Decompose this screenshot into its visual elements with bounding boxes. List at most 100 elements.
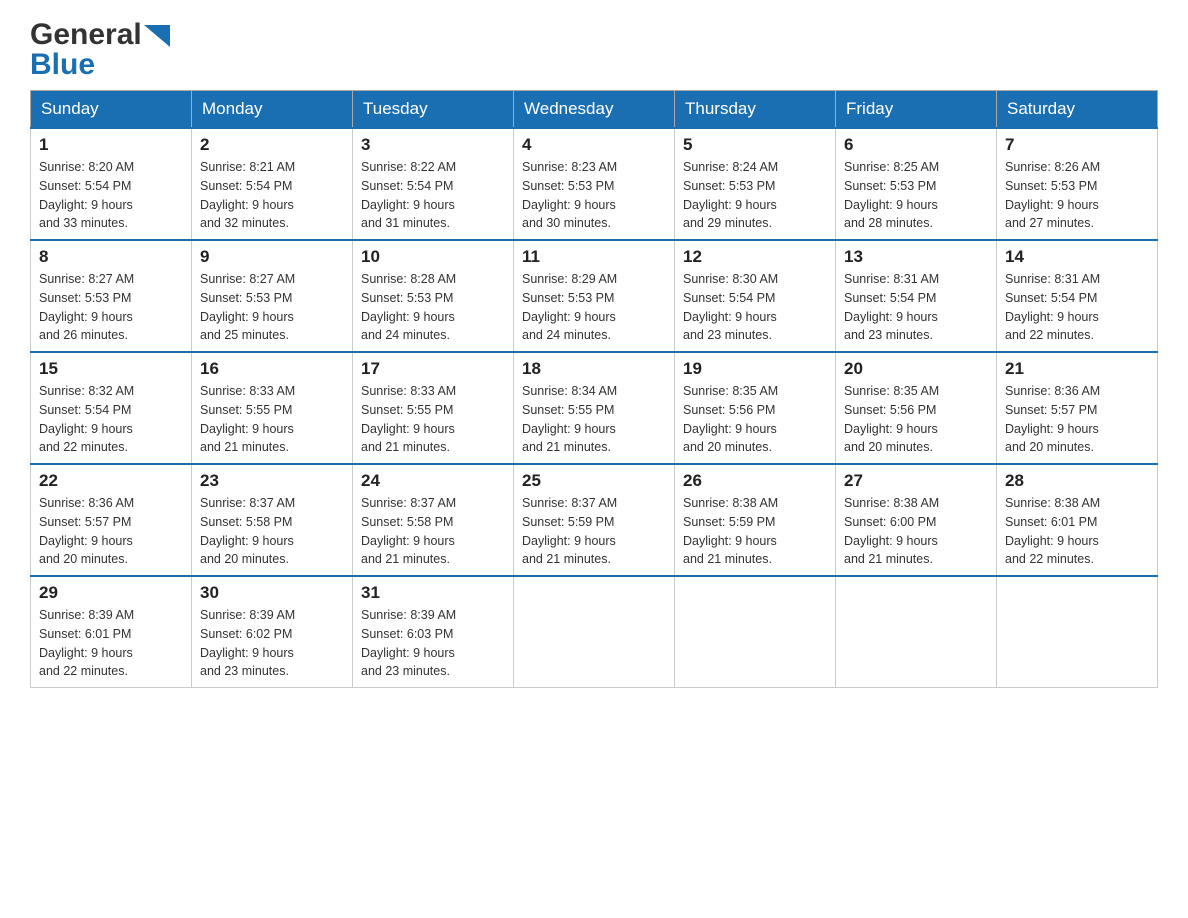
logo-general-text: General (30, 20, 142, 50)
calendar-cell: 27 Sunrise: 8:38 AM Sunset: 6:00 PM Dayl… (836, 464, 997, 576)
calendar-cell: 6 Sunrise: 8:25 AM Sunset: 5:53 PM Dayli… (836, 128, 997, 240)
day-header-saturday: Saturday (997, 91, 1158, 129)
logo-arrow-icon (144, 25, 170, 47)
day-info: Sunrise: 8:23 AM Sunset: 5:53 PM Dayligh… (522, 158, 666, 233)
day-number: 31 (361, 583, 505, 603)
day-number: 6 (844, 135, 988, 155)
day-info: Sunrise: 8:33 AM Sunset: 5:55 PM Dayligh… (200, 382, 344, 457)
calendar-cell: 30 Sunrise: 8:39 AM Sunset: 6:02 PM Dayl… (192, 576, 353, 688)
calendar-cell (514, 576, 675, 688)
day-info: Sunrise: 8:37 AM Sunset: 5:58 PM Dayligh… (200, 494, 344, 569)
day-info: Sunrise: 8:31 AM Sunset: 5:54 PM Dayligh… (1005, 270, 1149, 345)
day-number: 27 (844, 471, 988, 491)
day-number: 9 (200, 247, 344, 267)
calendar-cell: 28 Sunrise: 8:38 AM Sunset: 6:01 PM Dayl… (997, 464, 1158, 576)
day-number: 7 (1005, 135, 1149, 155)
calendar-cell: 14 Sunrise: 8:31 AM Sunset: 5:54 PM Dayl… (997, 240, 1158, 352)
day-info: Sunrise: 8:24 AM Sunset: 5:53 PM Dayligh… (683, 158, 827, 233)
day-number: 18 (522, 359, 666, 379)
day-info: Sunrise: 8:31 AM Sunset: 5:54 PM Dayligh… (844, 270, 988, 345)
day-number: 10 (361, 247, 505, 267)
day-info: Sunrise: 8:26 AM Sunset: 5:53 PM Dayligh… (1005, 158, 1149, 233)
day-number: 12 (683, 247, 827, 267)
day-number: 20 (844, 359, 988, 379)
day-number: 25 (522, 471, 666, 491)
calendar-cell: 22 Sunrise: 8:36 AM Sunset: 5:57 PM Dayl… (31, 464, 192, 576)
day-header-sunday: Sunday (31, 91, 192, 129)
day-info: Sunrise: 8:27 AM Sunset: 5:53 PM Dayligh… (39, 270, 183, 345)
day-number: 23 (200, 471, 344, 491)
page-header: General Blue (30, 20, 1158, 80)
calendar-cell: 21 Sunrise: 8:36 AM Sunset: 5:57 PM Dayl… (997, 352, 1158, 464)
day-info: Sunrise: 8:30 AM Sunset: 5:54 PM Dayligh… (683, 270, 827, 345)
day-number: 15 (39, 359, 183, 379)
day-number: 5 (683, 135, 827, 155)
day-info: Sunrise: 8:39 AM Sunset: 6:03 PM Dayligh… (361, 606, 505, 681)
day-info: Sunrise: 8:27 AM Sunset: 5:53 PM Dayligh… (200, 270, 344, 345)
day-number: 11 (522, 247, 666, 267)
calendar-week-row: 22 Sunrise: 8:36 AM Sunset: 5:57 PM Dayl… (31, 464, 1158, 576)
day-number: 19 (683, 359, 827, 379)
calendar-cell: 12 Sunrise: 8:30 AM Sunset: 5:54 PM Dayl… (675, 240, 836, 352)
calendar-cell (675, 576, 836, 688)
day-number: 29 (39, 583, 183, 603)
day-info: Sunrise: 8:20 AM Sunset: 5:54 PM Dayligh… (39, 158, 183, 233)
calendar-cell: 20 Sunrise: 8:35 AM Sunset: 5:56 PM Dayl… (836, 352, 997, 464)
day-info: Sunrise: 8:38 AM Sunset: 6:01 PM Dayligh… (1005, 494, 1149, 569)
calendar-cell: 8 Sunrise: 8:27 AM Sunset: 5:53 PM Dayli… (31, 240, 192, 352)
calendar-table: SundayMondayTuesdayWednesdayThursdayFrid… (30, 90, 1158, 688)
calendar-cell: 13 Sunrise: 8:31 AM Sunset: 5:54 PM Dayl… (836, 240, 997, 352)
day-header-tuesday: Tuesday (353, 91, 514, 129)
day-info: Sunrise: 8:39 AM Sunset: 6:01 PM Dayligh… (39, 606, 183, 681)
day-number: 8 (39, 247, 183, 267)
calendar-cell: 18 Sunrise: 8:34 AM Sunset: 5:55 PM Dayl… (514, 352, 675, 464)
calendar-cell: 31 Sunrise: 8:39 AM Sunset: 6:03 PM Dayl… (353, 576, 514, 688)
day-info: Sunrise: 8:38 AM Sunset: 6:00 PM Dayligh… (844, 494, 988, 569)
calendar-cell: 10 Sunrise: 8:28 AM Sunset: 5:53 PM Dayl… (353, 240, 514, 352)
day-info: Sunrise: 8:29 AM Sunset: 5:53 PM Dayligh… (522, 270, 666, 345)
day-number: 4 (522, 135, 666, 155)
day-info: Sunrise: 8:38 AM Sunset: 5:59 PM Dayligh… (683, 494, 827, 569)
calendar-cell: 23 Sunrise: 8:37 AM Sunset: 5:58 PM Dayl… (192, 464, 353, 576)
day-info: Sunrise: 8:34 AM Sunset: 5:55 PM Dayligh… (522, 382, 666, 457)
calendar-cell: 7 Sunrise: 8:26 AM Sunset: 5:53 PM Dayli… (997, 128, 1158, 240)
calendar-cell: 25 Sunrise: 8:37 AM Sunset: 5:59 PM Dayl… (514, 464, 675, 576)
day-number: 17 (361, 359, 505, 379)
day-number: 3 (361, 135, 505, 155)
calendar-cell: 3 Sunrise: 8:22 AM Sunset: 5:54 PM Dayli… (353, 128, 514, 240)
day-number: 28 (1005, 471, 1149, 491)
day-info: Sunrise: 8:33 AM Sunset: 5:55 PM Dayligh… (361, 382, 505, 457)
day-info: Sunrise: 8:22 AM Sunset: 5:54 PM Dayligh… (361, 158, 505, 233)
day-info: Sunrise: 8:25 AM Sunset: 5:53 PM Dayligh… (844, 158, 988, 233)
calendar-cell: 19 Sunrise: 8:35 AM Sunset: 5:56 PM Dayl… (675, 352, 836, 464)
day-number: 26 (683, 471, 827, 491)
calendar-cell: 29 Sunrise: 8:39 AM Sunset: 6:01 PM Dayl… (31, 576, 192, 688)
day-number: 22 (39, 471, 183, 491)
day-info: Sunrise: 8:21 AM Sunset: 5:54 PM Dayligh… (200, 158, 344, 233)
calendar-cell: 1 Sunrise: 8:20 AM Sunset: 5:54 PM Dayli… (31, 128, 192, 240)
day-number: 24 (361, 471, 505, 491)
day-number: 21 (1005, 359, 1149, 379)
logo-blue-text: Blue (30, 50, 95, 80)
day-header-friday: Friday (836, 91, 997, 129)
calendar-cell: 15 Sunrise: 8:32 AM Sunset: 5:54 PM Dayl… (31, 352, 192, 464)
calendar-cell: 9 Sunrise: 8:27 AM Sunset: 5:53 PM Dayli… (192, 240, 353, 352)
day-info: Sunrise: 8:32 AM Sunset: 5:54 PM Dayligh… (39, 382, 183, 457)
day-header-monday: Monday (192, 91, 353, 129)
day-info: Sunrise: 8:35 AM Sunset: 5:56 PM Dayligh… (844, 382, 988, 457)
calendar-week-row: 29 Sunrise: 8:39 AM Sunset: 6:01 PM Dayl… (31, 576, 1158, 688)
day-info: Sunrise: 8:36 AM Sunset: 5:57 PM Dayligh… (39, 494, 183, 569)
day-header-thursday: Thursday (675, 91, 836, 129)
day-number: 16 (200, 359, 344, 379)
calendar-cell: 2 Sunrise: 8:21 AM Sunset: 5:54 PM Dayli… (192, 128, 353, 240)
day-number: 13 (844, 247, 988, 267)
calendar-week-row: 15 Sunrise: 8:32 AM Sunset: 5:54 PM Dayl… (31, 352, 1158, 464)
day-info: Sunrise: 8:37 AM Sunset: 5:59 PM Dayligh… (522, 494, 666, 569)
calendar-cell (836, 576, 997, 688)
calendar-cell: 11 Sunrise: 8:29 AM Sunset: 5:53 PM Dayl… (514, 240, 675, 352)
day-number: 1 (39, 135, 183, 155)
day-info: Sunrise: 8:36 AM Sunset: 5:57 PM Dayligh… (1005, 382, 1149, 457)
calendar-cell: 24 Sunrise: 8:37 AM Sunset: 5:58 PM Dayl… (353, 464, 514, 576)
calendar-cell: 26 Sunrise: 8:38 AM Sunset: 5:59 PM Dayl… (675, 464, 836, 576)
day-info: Sunrise: 8:39 AM Sunset: 6:02 PM Dayligh… (200, 606, 344, 681)
